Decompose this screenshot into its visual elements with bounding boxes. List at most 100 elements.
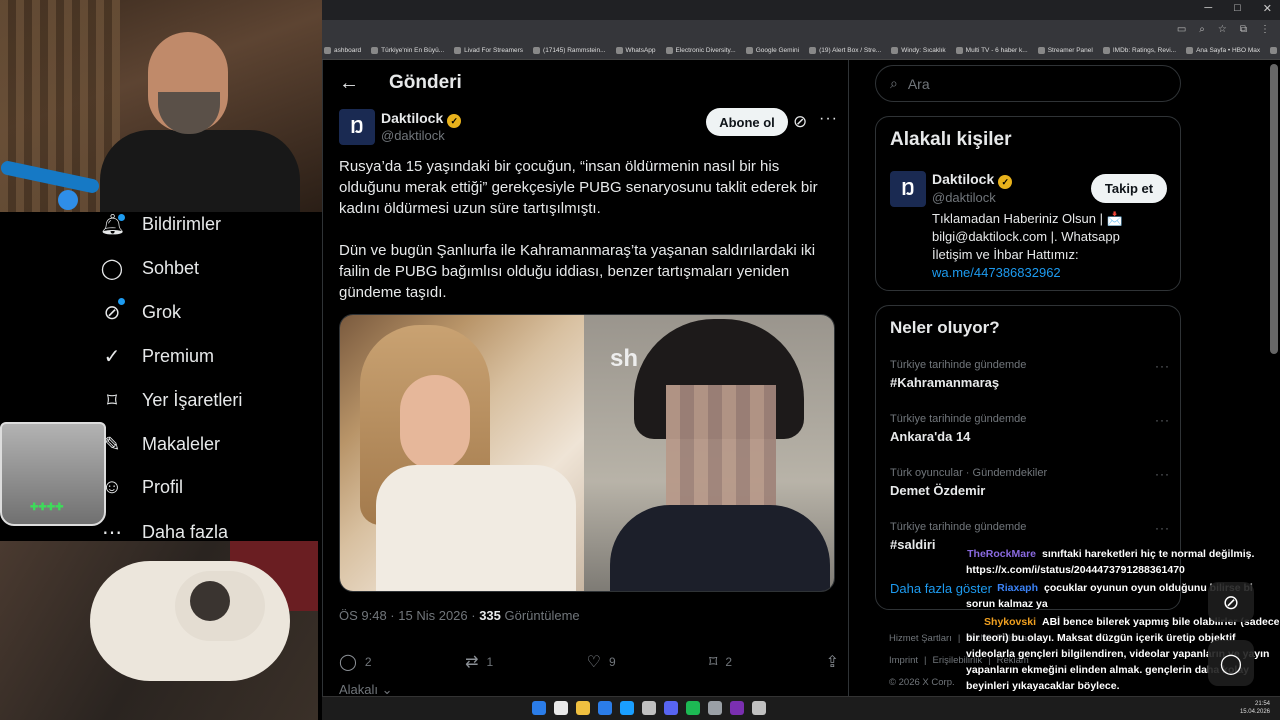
follow-button[interactable]: Takip et [1091, 174, 1167, 203]
menu-icon[interactable]: ⋮ [1260, 24, 1270, 35]
taskbar-app-icon[interactable] [752, 701, 766, 715]
taskbar-app-icon[interactable] [664, 701, 678, 715]
chat-message: TheRockMare sınıftaki hareketleri hiç te … [966, 546, 1280, 578]
nav-item-articles[interactable]: ✎ Makaleler [100, 432, 220, 457]
taskbar-app-icon[interactable] [730, 701, 744, 715]
author-name[interactable]: Daktilock ✓ [381, 110, 462, 128]
nav-item-bookmarks[interactable]: ⌑ Yer İşaretleri [100, 388, 243, 413]
extensions-icon[interactable]: ⧉ [1240, 24, 1247, 35]
bookmark-label: IMDb: Ratings, Revi... [1112, 47, 1177, 54]
more-options-icon[interactable]: ··· [1155, 413, 1170, 427]
taskbar-app-icon[interactable] [554, 701, 568, 715]
bio-text: Tıklamadan Haberiniz Olsun | 📩 bilgi@dak… [932, 211, 1123, 262]
bookmark-item[interactable]: (19) Alert Box / Stre... [809, 47, 881, 54]
bookmark-favicon-icon [891, 47, 899, 54]
bookmark-item[interactable]: WhatsApp [615, 47, 656, 54]
more-options-icon[interactable]: ··· [819, 110, 838, 128]
nav-item-profile[interactable]: ☺ Profil [100, 476, 183, 499]
related-dropdown[interactable]: Alakalı ⌄ [339, 682, 393, 696]
trend-item[interactable]: Türkiye tarihinde gündemde #Kahramanmara… [890, 359, 1170, 390]
maximize-icon[interactable]: □ [1234, 2, 1241, 15]
bookmark-item[interactable]: Google Gemini [745, 47, 799, 54]
related-handle[interactable]: @daktilock [932, 190, 996, 205]
chat-username: TheRockMare [967, 548, 1036, 560]
bookmark-button[interactable]: ⌑ 2 [709, 652, 732, 672]
post-timestamp[interactable]: ÖS 9:48 · 15 Nis 2026 · [339, 608, 479, 623]
bookmark-item[interactable]: Electronic Diversity... [665, 47, 736, 54]
views-count: 335 [479, 608, 501, 623]
taskbar-clock[interactable]: 21:54 15.04.2026 [1240, 700, 1270, 716]
dog-ear [190, 581, 230, 621]
grok-icon[interactable]: ⊘ [793, 112, 807, 132]
bookmark-item[interactable]: ashboard [324, 47, 361, 54]
more-options-icon[interactable]: ··· [1155, 467, 1170, 481]
bio-link[interactable]: wa.me/447386832962 [932, 265, 1061, 280]
nav-label: Sohbet [142, 258, 200, 278]
footer-link[interactable]: Imprint [889, 655, 918, 666]
scrollbar[interactable] [1270, 64, 1278, 354]
related-name[interactable]: Daktilock ✓ [932, 171, 1013, 189]
bookmark-icon: ⌑ [709, 654, 718, 671]
bookmark-favicon-icon [745, 47, 753, 54]
bookmark-count: 2 [725, 655, 733, 669]
chat-icon: ◯ [100, 258, 124, 280]
repost-button[interactable]: ⇄ 1 [465, 652, 493, 672]
messages-float-icon[interactable]: ◯ [1208, 640, 1254, 686]
zoom-icon[interactable]: ⌕ [1199, 24, 1205, 35]
author-avatar[interactable]: Ŋ [339, 109, 375, 145]
trend-item[interactable]: Türkiye tarihinde gündemde Ankara'da 14 … [890, 413, 1170, 444]
author-handle[interactable]: @daktilock [381, 128, 445, 143]
taskbar-app-icon[interactable] [642, 701, 656, 715]
post-image[interactable]: sh [339, 314, 835, 592]
trend-category: Türkiye tarihinde gündemde [890, 521, 1027, 533]
bookmark-favicon-icon [809, 47, 817, 54]
bookmark-item[interactable]: » [1270, 47, 1280, 54]
grok-float-icon[interactable]: ⊘ [1208, 582, 1254, 622]
bookmark-favicon-icon [1186, 47, 1194, 54]
premium-icon: ✓ [103, 346, 121, 368]
bookmark-item[interactable]: Livad For Streamers [454, 47, 523, 54]
post-text: Rusya’da 15 yaşındaki bir çocuğun, “insa… [339, 156, 839, 324]
taskbar-app-icon[interactable] [708, 701, 722, 715]
bookmark-item[interactable]: IMDb: Ratings, Revi... [1102, 47, 1177, 54]
trend-item[interactable]: Türk oyuncular · Gündemdekiler Demet Özd… [890, 467, 1170, 498]
taskbar-app-icon[interactable] [598, 701, 612, 715]
more-options-icon[interactable]: ··· [1155, 521, 1170, 535]
nav-item-grok[interactable]: ⊘ Grok [100, 300, 181, 325]
star-icon[interactable]: ☆ [1218, 24, 1227, 35]
taskbar-app-icon[interactable] [686, 701, 700, 715]
verified-badge-icon: ✓ [998, 175, 1013, 189]
footer-link[interactable]: Hizmet Şartları [889, 633, 952, 644]
reply-button[interactable]: ◯ 2 [339, 652, 372, 672]
search-input[interactable]: ⌕ Ara [875, 65, 1181, 102]
bookmark-label: Ana Sayfa • HBO Max [1196, 47, 1261, 54]
nav-item-chat[interactable]: ◯ Sohbet [100, 256, 199, 281]
bookmark-item[interactable]: (17145) Rammstein... [533, 47, 606, 54]
page-title: Gönderi [389, 72, 462, 93]
address-bar[interactable]: ▭ ⌕ ☆ ⧉ ⋮ [322, 20, 1280, 42]
minimize-icon[interactable]: ─ [1204, 2, 1212, 15]
like-button[interactable]: ♡ 9 [587, 652, 616, 672]
bookmark-item[interactable]: Windy: Sıcaklık [891, 47, 946, 54]
trend-category: Türkiye tarihinde gündemde [890, 359, 1027, 371]
bookmark-item[interactable]: Türkiye'nin En Büyü... [371, 47, 444, 54]
bookmark-favicon-icon [454, 47, 462, 54]
related-avatar[interactable]: Ŋ [890, 171, 926, 207]
bookmark-item[interactable]: Multi TV - 6 haber k... [955, 47, 1028, 54]
bookmark-item[interactable]: Ana Sayfa • HBO Max [1186, 47, 1260, 54]
bookmarks-bar: ashboard Türkiye'nin En Büyü... Livad For … [322, 42, 1280, 60]
subscribe-button[interactable]: Abone ol [706, 108, 788, 136]
close-icon[interactable]: ✕ [1263, 2, 1272, 15]
nav-item-premium[interactable]: ✓ Premium [100, 344, 214, 369]
nav-label: Makaleler [142, 434, 221, 454]
taskbar-app-icon[interactable] [620, 701, 634, 715]
back-arrow-icon[interactable]: ← [339, 73, 359, 93]
cast-icon[interactable]: ▭ [1177, 24, 1186, 35]
taskbar-app-icon[interactable] [532, 701, 546, 715]
taskbar-app-icon[interactable] [576, 701, 590, 715]
browser-title-bar: ─ □ ✕ [322, 0, 1280, 20]
bookmark-item[interactable]: Streamer Panel [1037, 47, 1093, 54]
share-button[interactable]: ⇪ [826, 652, 839, 672]
more-options-icon[interactable]: ··· [1155, 359, 1170, 373]
clock-time: 21:54 [1254, 701, 1270, 707]
